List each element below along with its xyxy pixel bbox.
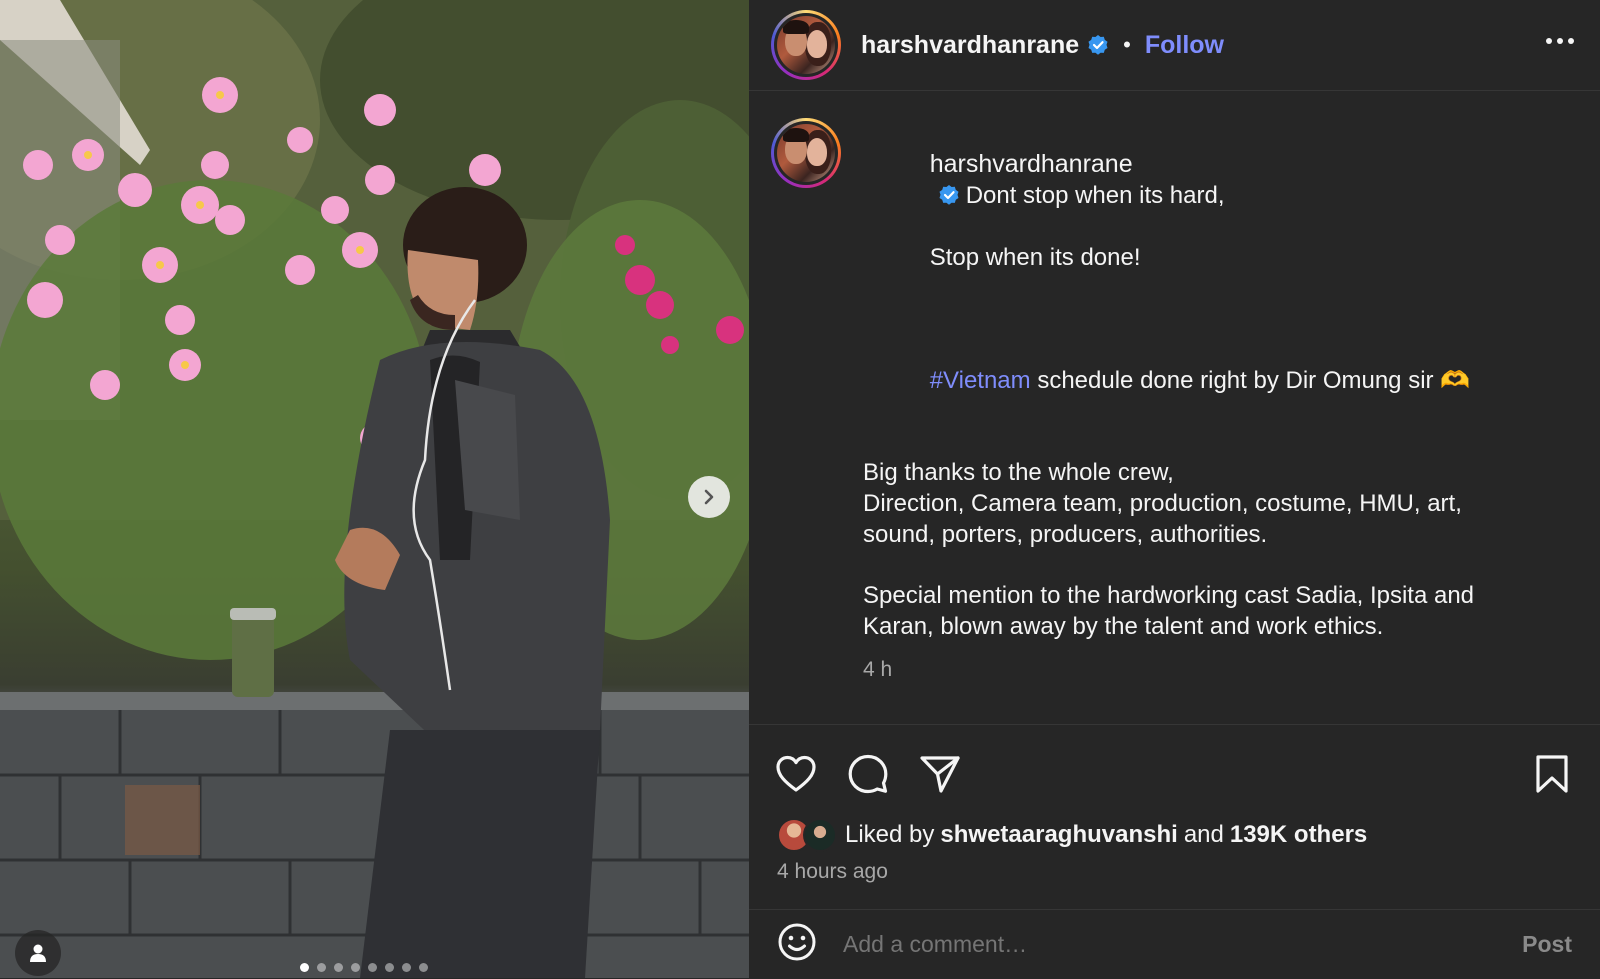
likes-count-link[interactable]: 139K others xyxy=(1230,821,1367,849)
comment-input[interactable] xyxy=(843,931,1463,958)
chevron-right-icon xyxy=(704,489,714,505)
caption-paragraph-2: Big thanks to the whole crew, Direction,… xyxy=(863,459,1462,548)
post-photo xyxy=(0,0,749,978)
like-button[interactable] xyxy=(775,754,817,799)
comment-icon xyxy=(848,754,888,794)
caption-line-2: Stop when its done! xyxy=(929,244,1141,271)
heart-icon xyxy=(776,755,816,792)
carousel-dot xyxy=(402,963,411,972)
carousel-dot-active xyxy=(300,963,309,972)
post-side-panel: harshvardhanrane • Follow harshvardhanra… xyxy=(749,0,1600,978)
caption-text: harshvardhanrane Dont stop when its hard… xyxy=(863,118,1523,685)
carousel-dot xyxy=(317,963,326,972)
carousel-dot xyxy=(351,963,360,972)
hashtag-link[interactable]: #Vietnam xyxy=(930,367,1031,394)
avatar xyxy=(803,818,837,852)
post-caption: harshvardhanrane Dont stop when its hard… xyxy=(771,118,1523,685)
header-separator: • xyxy=(1123,32,1131,57)
post-header: harshvardhanrane • Follow xyxy=(749,0,1600,90)
carousel-indicator xyxy=(300,963,428,972)
comment-form: Post xyxy=(749,909,1600,979)
user-tag-icon xyxy=(30,944,46,962)
likes-connector: and xyxy=(1183,821,1224,848)
post-actions-section: Liked by shwetaaraghuvanshi and 139K oth… xyxy=(749,724,1600,978)
post-comment-button[interactable]: Post xyxy=(1522,931,1572,958)
post-media[interactable] xyxy=(0,0,749,978)
header-divider xyxy=(749,90,1600,91)
caption-username[interactable]: harshvardhanrane xyxy=(930,150,1133,178)
author-username[interactable]: harshvardhanrane xyxy=(861,31,1079,60)
caption-paragraph-3: Special mention to the hardworking cast … xyxy=(863,582,1481,640)
bookmark-icon xyxy=(1536,755,1568,793)
caption-line-1: Dont stop when its hard, xyxy=(965,182,1225,209)
author-avatar[interactable] xyxy=(771,10,841,80)
caption-author-avatar[interactable] xyxy=(771,118,841,188)
emoji-button[interactable] xyxy=(777,922,817,967)
likes-prefix: Liked by xyxy=(845,821,935,848)
likes-summary: Liked by shwetaaraghuvanshi and 139K oth… xyxy=(777,818,1367,852)
save-button[interactable] xyxy=(1534,754,1570,799)
verified-badge-icon xyxy=(1087,34,1109,56)
carousel-dot xyxy=(419,963,428,972)
share-button[interactable] xyxy=(919,754,961,799)
post-dialog: harshvardhanrane • Follow harshvardhanra… xyxy=(0,0,1600,978)
liker-avatars xyxy=(777,818,839,852)
show-tags-button[interactable] xyxy=(15,930,61,976)
follow-button[interactable]: Follow xyxy=(1145,31,1224,60)
carousel-dot xyxy=(334,963,343,972)
verified-badge-icon xyxy=(938,184,960,206)
caption-line-3: schedule done right by Dir Omung sir 🫶 xyxy=(1030,367,1471,394)
carousel-dot xyxy=(385,963,394,972)
carousel-next-button[interactable] xyxy=(688,476,730,518)
share-icon xyxy=(920,756,960,793)
actions-divider xyxy=(749,724,1600,725)
action-icons xyxy=(775,754,961,799)
more-options-icon[interactable] xyxy=(1546,38,1574,44)
caption-timestamp[interactable]: 4 h xyxy=(863,654,1523,685)
emoji-icon xyxy=(778,923,816,961)
liker-username[interactable]: shwetaaraghuvanshi xyxy=(940,821,1177,849)
carousel-dot xyxy=(368,963,377,972)
post-timestamp[interactable]: 4 hours ago xyxy=(777,860,888,884)
comment-button[interactable] xyxy=(847,754,889,799)
